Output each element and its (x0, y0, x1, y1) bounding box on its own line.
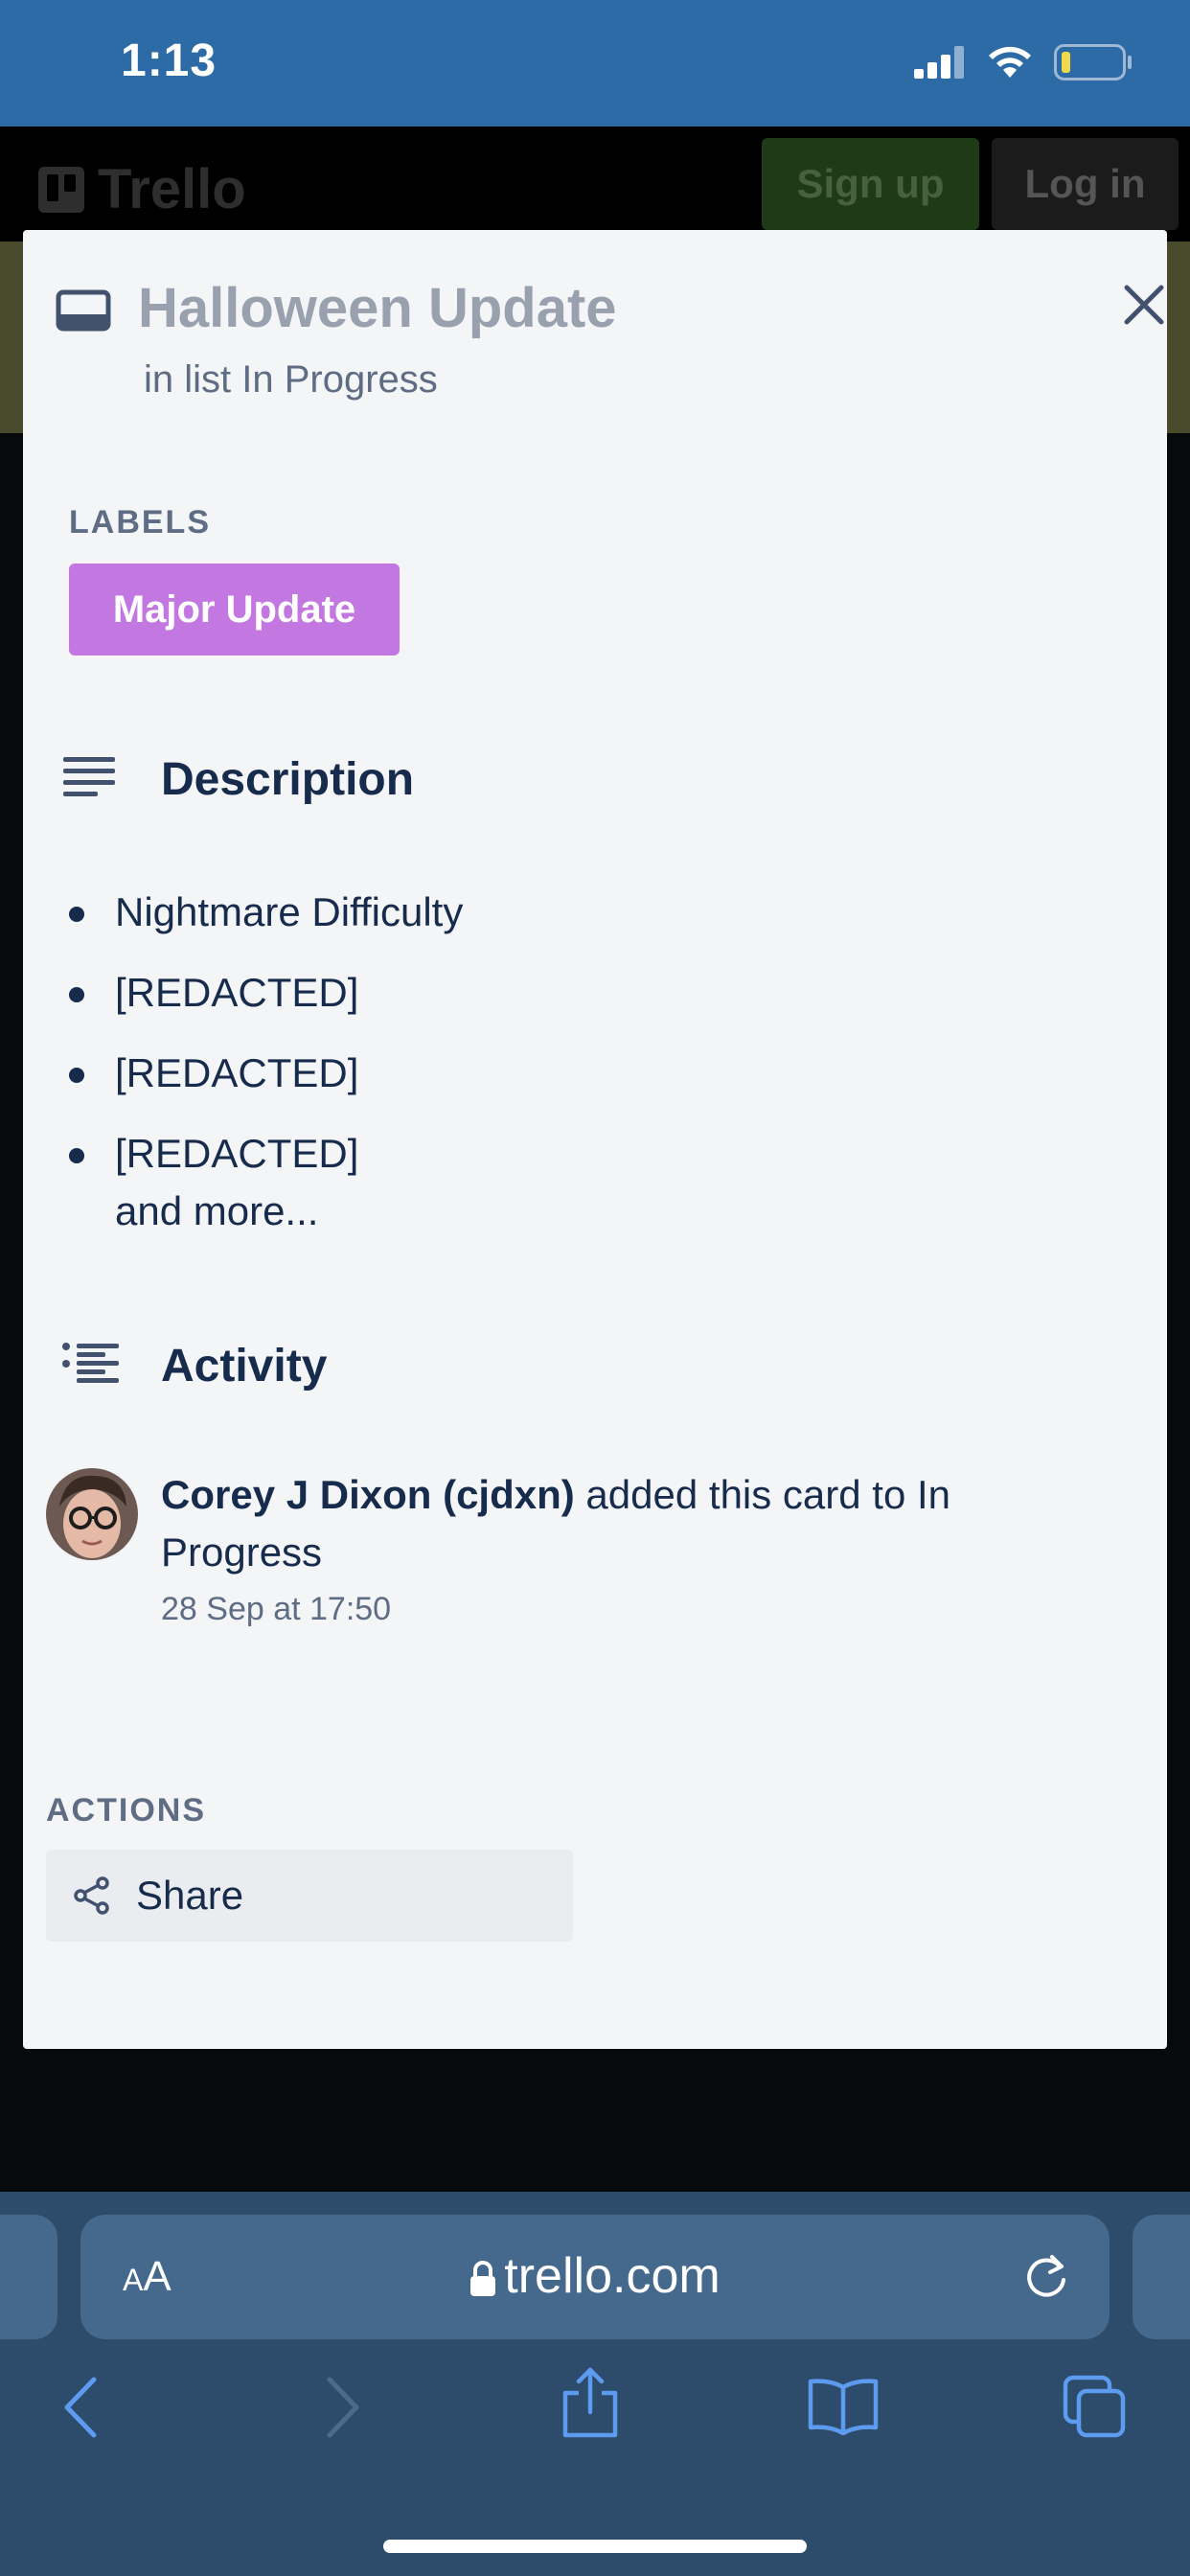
labels-caption: LABELS (69, 504, 211, 540)
activity-entry: Corey J Dixon (cjdxn) added this card to… (161, 1466, 1119, 1581)
card-title[interactable]: Halloween Update (138, 276, 617, 340)
bookmarks-icon[interactable] (807, 2378, 880, 2435)
status-icons (914, 44, 1133, 80)
description-more: and more... (115, 1188, 319, 1233)
description-item: [REDACTED] (69, 1114, 463, 1194)
activity-list-icon (62, 1343, 119, 1383)
activity-title: Activity (161, 1341, 328, 1392)
previous-tab-preview[interactable] (0, 2215, 57, 2339)
share-button[interactable]: Share (46, 1850, 573, 1942)
description-item: Nightmare Difficulty (69, 872, 463, 953)
avatar[interactable] (46, 1468, 138, 1560)
home-indicator[interactable] (383, 2540, 807, 2553)
url-text: trello.com (504, 2248, 721, 2304)
description-list: Nightmare Difficulty [REDACTED] [REDACTE… (69, 872, 463, 1194)
signup-button[interactable]: Sign up (762, 138, 979, 230)
reload-icon[interactable] (1021, 2249, 1071, 2303)
card-icon (56, 289, 111, 332)
card-label[interactable]: Major Update (69, 564, 400, 656)
share-sheet-icon[interactable] (560, 2366, 621, 2439)
description-item: [REDACTED] (69, 953, 463, 1033)
trello-logo-text: Trello (98, 158, 246, 220)
trello-logo[interactable]: Trello (38, 157, 246, 221)
forward-icon[interactable] (318, 2374, 364, 2441)
activity-user[interactable]: Corey J Dixon (cjdxn) (161, 1472, 575, 1517)
next-tab-preview[interactable] (1133, 2215, 1190, 2339)
actions-caption: ACTIONS (46, 1792, 206, 1828)
description-item: [REDACTED] (69, 1033, 463, 1114)
browser-toolbar: AA trello.com (0, 2192, 1190, 2576)
share-label: Share (136, 1873, 244, 1918)
lock-icon (470, 2261, 496, 2297)
status-bar: 1:13 (0, 0, 1190, 126)
cellular-signal-icon (914, 46, 964, 79)
back-icon[interactable] (59, 2374, 105, 2441)
url-display[interactable]: trello.com (80, 2247, 1110, 2305)
status-time: 1:13 (121, 35, 217, 86)
card-detail-modal: Halloween Update in list In Progress LAB… (23, 230, 1167, 2049)
battery-icon (1054, 44, 1132, 80)
login-button[interactable]: Log in (992, 138, 1179, 230)
close-icon[interactable] (1117, 278, 1171, 332)
address-bar[interactable]: AA trello.com (80, 2215, 1110, 2339)
description-icon (63, 757, 115, 796)
description-title: Description (161, 754, 415, 805)
activity-timestamp[interactable]: 28 Sep at 17:50 (161, 1591, 391, 1628)
tabs-icon[interactable] (1062, 2374, 1129, 2439)
browser-navigation (0, 2367, 1190, 2479)
wifi-icon (989, 46, 1031, 78)
card-list-info: in list In Progress (144, 358, 438, 401)
share-icon (74, 1876, 109, 1915)
trello-header: Trello Sign up Log in (0, 126, 1190, 242)
user-avatar-icon (46, 1468, 138, 1560)
trello-logo-icon (38, 166, 84, 213)
